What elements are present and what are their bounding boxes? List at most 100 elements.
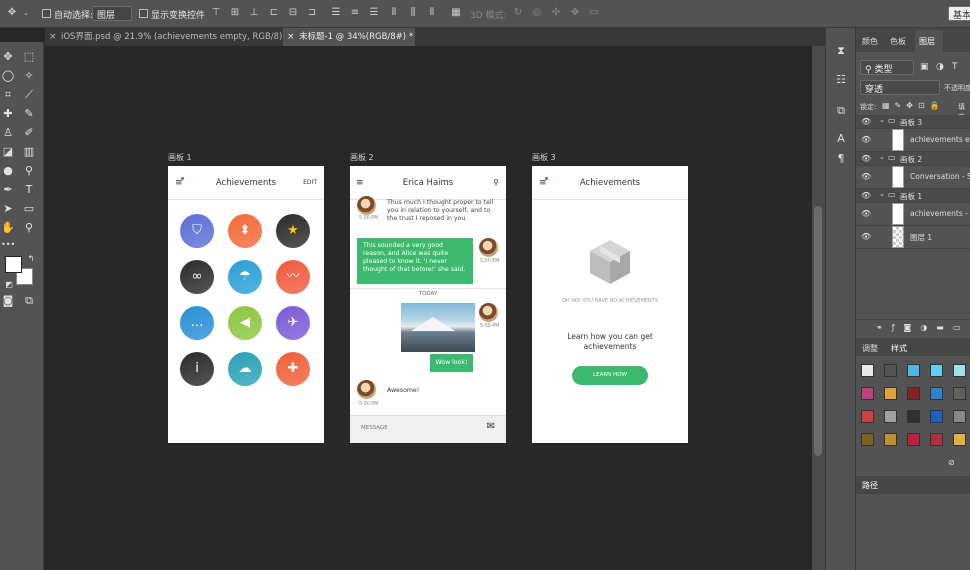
paragraph-style-icon[interactable]: ⧉ xyxy=(834,104,848,118)
hand-tool-icon[interactable]: ✋ xyxy=(1,221,15,235)
magic-wand-icon[interactable]: ✧ xyxy=(22,69,36,83)
star-badge[interactable]: ★ xyxy=(276,214,310,248)
quick-mask-icon[interactable]: ◙ xyxy=(1,294,15,308)
auto-select-dropdown[interactable]: 图层 xyxy=(92,6,132,21)
lasso-tool-icon[interactable]: ◯ xyxy=(1,69,15,83)
history-icon[interactable]: ⧗ xyxy=(834,44,848,58)
lock-icons[interactable]: ▦✎✥⊡🔒 xyxy=(882,101,945,110)
close-icon[interactable]: × xyxy=(49,28,57,46)
auto-align-icon[interactable]: ▦ xyxy=(450,7,462,19)
move-tool-icon[interactable]: ✥ xyxy=(1,50,15,64)
default-colors-icon[interactable]: ◩ xyxy=(2,278,16,292)
layer-group-row[interactable]: 👁 ⌄ ▭ 画板 3 xyxy=(856,115,970,129)
group-expand-icon[interactable]: ⌄ xyxy=(879,190,885,198)
style-preset-swatch[interactable] xyxy=(907,410,920,423)
style-preset-swatch[interactable] xyxy=(884,433,897,446)
style-preset-swatch[interactable] xyxy=(953,387,966,400)
move-tool-icon[interactable]: ✥ xyxy=(6,7,18,19)
visibility-eye-icon[interactable]: 👁 xyxy=(861,191,871,200)
edit-button[interactable]: EDIT xyxy=(303,166,317,200)
menu-icon[interactable]: ≡ xyxy=(539,166,548,200)
visibility-eye-icon[interactable]: 👁 xyxy=(861,154,871,163)
workspace-switcher[interactable]: 基本 xyxy=(948,6,970,21)
tab-styles[interactable]: 样式 xyxy=(891,343,907,354)
umbrella-badge[interactable]: ☂ xyxy=(228,260,262,294)
artboard-3[interactable]: ≡ Achievements OH NO! YOU HAVE NO ACHIEV… xyxy=(532,166,688,443)
learn-how-button[interactable]: LEARN HOW xyxy=(572,366,648,385)
3d-camera-icon[interactable]: ▭ xyxy=(588,7,600,19)
align-top-icon[interactable]: ⊤ xyxy=(210,7,222,19)
3d-pan-icon[interactable]: ✣ xyxy=(550,7,562,19)
chevron-down-icon[interactable]: ⌄ xyxy=(20,7,32,19)
tab-layers[interactable]: 图层 xyxy=(919,36,935,47)
paragraph-icon[interactable]: ¶ xyxy=(834,152,848,166)
tab-untitled[interactable]: × 未标题-1 @ 34%(RGB/8#) * xyxy=(283,28,415,46)
visibility-eye-icon[interactable]: 👁 xyxy=(861,117,871,126)
style-preset-swatch[interactable] xyxy=(861,387,874,400)
message-input[interactable]: MESSAGE xyxy=(361,425,388,431)
visibility-eye-icon[interactable]: 👁 xyxy=(861,172,871,181)
auto-select-checkbox[interactable] xyxy=(42,9,51,18)
tie-badge[interactable]: ⬍ xyxy=(228,214,262,248)
style-preset-swatch[interactable] xyxy=(884,364,897,377)
3d-roll-icon[interactable]: ◎ xyxy=(531,7,543,19)
tab-adjustments[interactable]: 调整 xyxy=(862,343,878,354)
layer-row[interactable]: 👁 achievements - xyxy=(856,203,970,226)
distribute-left-icon[interactable]: ⦀ xyxy=(388,7,400,19)
visibility-eye-icon[interactable]: 👁 xyxy=(861,209,871,218)
filter-type-icon[interactable]: T xyxy=(952,62,958,72)
layer-group-row[interactable]: 👁 ⌄ ▭ 画板 1 xyxy=(856,189,970,203)
healing-brush-icon[interactable]: ✚ xyxy=(1,107,15,121)
blend-mode-dropdown[interactable]: 穿透 xyxy=(860,80,940,95)
layer-row[interactable]: 👁 Conversation - S xyxy=(856,166,970,189)
delete-style-icon[interactable]: ⊘ xyxy=(948,458,955,467)
marquee-tool-icon[interactable]: ⬚ xyxy=(22,50,36,64)
more-tools-icon[interactable]: ••• xyxy=(1,238,15,252)
style-preset-swatch[interactable] xyxy=(930,364,943,377)
close-icon[interactable]: × xyxy=(287,28,295,46)
canvas-area[interactable]: 画板 1 ≡ Achievements EDIT ⛉ ⬍ ★ ∞ ☂ 〰 … ◀ ✈ i ☁ ✚ 画板… xyxy=(45,46,812,570)
distribute-top-icon[interactable]: ☰ xyxy=(330,7,342,19)
history-brush-icon[interactable]: ✐ xyxy=(22,126,36,140)
distribute-vcenter-icon[interactable]: ≡ xyxy=(349,7,361,19)
stamp-tool-icon[interactable]: ♙ xyxy=(1,126,15,140)
tab-swatches[interactable]: 色板 xyxy=(890,36,906,47)
style-preset-swatch[interactable] xyxy=(884,387,897,400)
filter-image-icon[interactable]: ▣ xyxy=(920,62,929,72)
swap-colors-icon[interactable]: ↰ xyxy=(24,252,38,266)
align-hcenter-icon[interactable]: ⊟ xyxy=(287,7,299,19)
megaphone-badge[interactable]: ◀ xyxy=(228,306,262,340)
visibility-eye-icon[interactable]: 👁 xyxy=(861,232,871,241)
style-preset-swatch[interactable] xyxy=(953,364,966,377)
send-icon[interactable]: ✉ xyxy=(487,421,495,432)
align-right-icon[interactable]: ⊐ xyxy=(306,7,318,19)
infinity-badge[interactable]: ∞ xyxy=(180,260,214,294)
style-preset-swatch[interactable] xyxy=(861,410,874,423)
pen-tool-icon[interactable]: ✒ xyxy=(1,183,15,197)
kind-filter-dropdown[interactable]: ⚲ 类型 xyxy=(860,60,914,75)
style-preset-swatch[interactable] xyxy=(953,410,966,423)
visibility-eye-icon[interactable]: 👁 xyxy=(861,135,871,144)
zoom-tool-icon[interactable]: ⚲ xyxy=(22,221,36,235)
style-preset-swatch[interactable] xyxy=(930,410,943,423)
style-preset-swatch[interactable] xyxy=(930,433,943,446)
type-tool-icon[interactable]: T xyxy=(22,183,36,197)
style-preset-swatch[interactable] xyxy=(884,410,897,423)
screen-mode-icon[interactable]: ⧉ xyxy=(22,294,36,308)
info-badge[interactable]: i xyxy=(180,352,214,386)
align-left-icon[interactable]: ⊏ xyxy=(268,7,280,19)
scrollbar-thumb[interactable] xyxy=(814,206,822,456)
character-icon[interactable]: A xyxy=(834,132,848,146)
align-bottom-icon[interactable]: ⊥ xyxy=(248,7,260,19)
eyedropper-icon[interactable]: ⟋ xyxy=(22,88,36,102)
tab-color[interactable]: 颜色 xyxy=(862,36,878,47)
layer-row[interactable]: 👁 图层 1 xyxy=(856,226,970,249)
tab-paths[interactable]: 路径 xyxy=(862,480,878,491)
shield-badge[interactable]: ⛉ xyxy=(180,214,214,248)
properties-icon[interactable]: ☷ xyxy=(834,73,848,87)
style-preset-swatch[interactable] xyxy=(907,433,920,446)
rectangle-tool-icon[interactable]: ▭ xyxy=(22,202,36,216)
style-preset-swatch[interactable] xyxy=(930,387,943,400)
menu-icon[interactable]: ≡ xyxy=(356,166,364,200)
gradient-tool-icon[interactable]: ▥ xyxy=(22,145,36,159)
